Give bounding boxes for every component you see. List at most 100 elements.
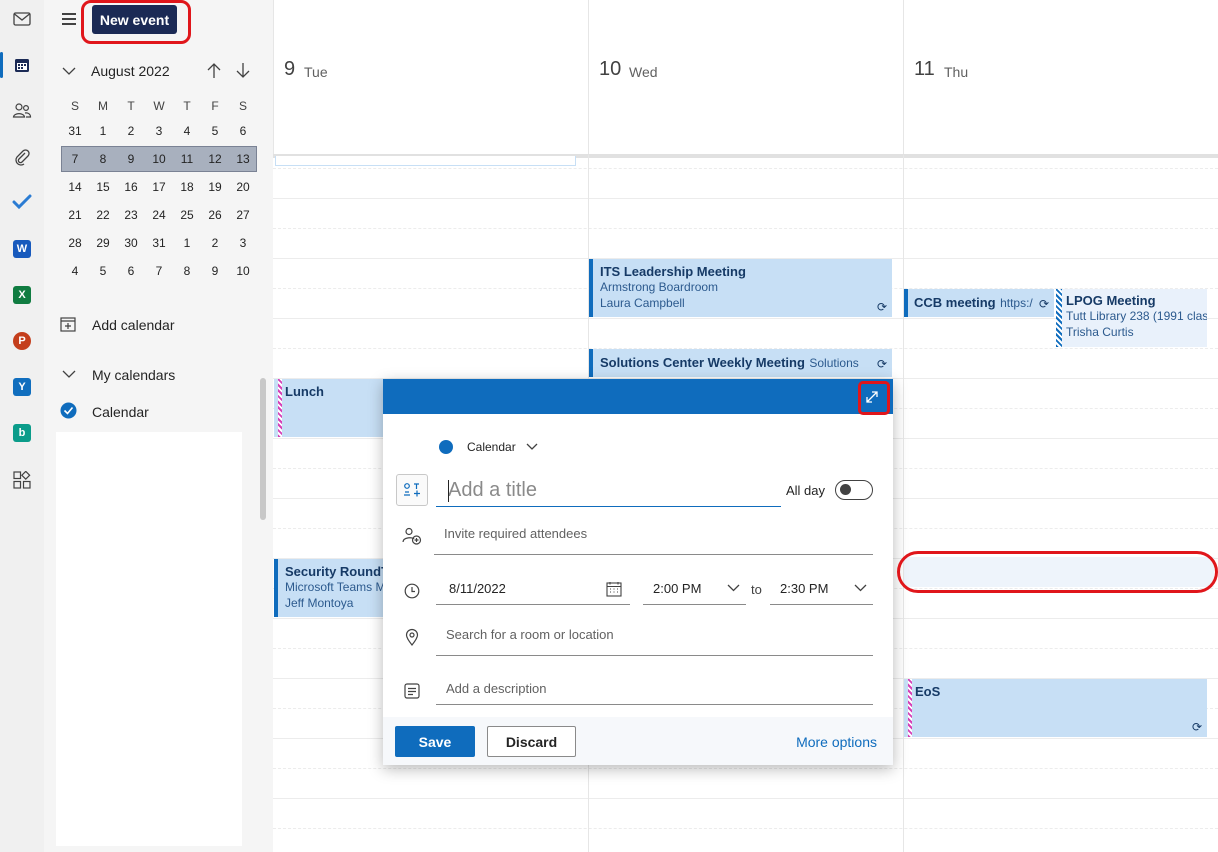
expand-popup-icon[interactable]: [859, 383, 885, 411]
powerpoint-icon[interactable]: P: [8, 327, 36, 355]
recurring-icon: ⟳: [1038, 297, 1049, 311]
event-solutions-center[interactable]: Solutions Center Weekly Meeting Solution…: [589, 349, 892, 377]
event-lunch[interactable]: Lunch: [274, 379, 394, 437]
mini-calendar-day[interactable]: 1: [173, 229, 201, 257]
mini-calendar-day[interactable]: 7: [61, 145, 89, 173]
mini-calendar-day[interactable]: 22: [89, 201, 117, 229]
event-title: Lunch: [285, 384, 324, 399]
mini-calendar-day[interactable]: 5: [201, 117, 229, 145]
mini-calendar-day[interactable]: 30: [117, 229, 145, 257]
mini-calendar-day[interactable]: 25: [173, 201, 201, 229]
more-options-link[interactable]: More options: [796, 734, 877, 750]
attendees-input[interactable]: Invite required attendees: [434, 526, 873, 555]
all-day-toggle[interactable]: [835, 480, 873, 500]
scheduling-assistant-icon[interactable]: [396, 474, 428, 506]
mini-calendar-day[interactable]: 19: [201, 173, 229, 201]
mini-calendar-day[interactable]: 10: [145, 145, 173, 173]
mini-calendar-day[interactable]: 20: [229, 173, 257, 201]
mini-calendar-day[interactable]: 21: [61, 201, 89, 229]
mail-icon[interactable]: [8, 5, 36, 33]
discard-button[interactable]: Discard: [487, 726, 576, 757]
mini-calendar-day[interactable]: 9: [201, 257, 229, 285]
collapse-chevron-icon[interactable]: [62, 67, 76, 76]
new-event-button[interactable]: New event: [92, 5, 177, 34]
mini-calendar-day[interactable]: 31: [61, 117, 89, 145]
my-calendars-chevron-icon[interactable]: [62, 370, 76, 379]
calendar-event-partial[interactable]: [275, 156, 576, 166]
mini-calendar-day[interactable]: 12: [201, 145, 229, 173]
date-input[interactable]: 8/11/2022: [436, 581, 630, 605]
yammer-icon[interactable]: Y: [8, 373, 36, 401]
attachment-icon[interactable]: [8, 143, 36, 171]
end-time-select[interactable]: 2:30 PM: [770, 581, 873, 605]
event-eos[interactable]: EoS ⟳: [904, 679, 1207, 737]
event-location: Tutt Library 238 (1991 clas: [1066, 309, 1207, 323]
description-input[interactable]: Add a description: [436, 681, 873, 705]
mini-calendar-day[interactable]: 6: [117, 257, 145, 285]
calendar-checked-icon[interactable]: [60, 402, 77, 419]
mini-calendar-day[interactable]: 10: [229, 257, 257, 285]
day-header-tue[interactable]: 9 Tue: [273, 0, 588, 155]
mini-calendar-day[interactable]: 8: [89, 145, 117, 173]
mini-calendar-day[interactable]: 13: [229, 145, 257, 173]
mini-calendar-day[interactable]: 7: [145, 257, 173, 285]
bookings-icon[interactable]: b: [8, 419, 36, 447]
mini-calendar-day[interactable]: 6: [229, 117, 257, 145]
mini-calendar-day[interactable]: 29: [89, 229, 117, 257]
people-icon[interactable]: [8, 96, 36, 124]
mini-calendar-day[interactable]: 26: [201, 201, 229, 229]
next-month-arrow-icon[interactable]: [235, 62, 251, 79]
mini-calendar-day[interactable]: 2: [117, 117, 145, 145]
mini-calendar-day[interactable]: 18: [173, 173, 201, 201]
mini-calendar-month-title[interactable]: August 2022: [91, 63, 170, 79]
date-picker-icon[interactable]: [606, 581, 622, 597]
mini-calendar-day[interactable]: 23: [117, 201, 145, 229]
mini-calendar-day[interactable]: 24: [145, 201, 173, 229]
todo-icon[interactable]: [8, 188, 36, 216]
event-title: LPOG Meeting: [1066, 293, 1156, 308]
mini-calendar-day[interactable]: 28: [61, 229, 89, 257]
mini-calendar-day[interactable]: 27: [229, 201, 257, 229]
hamburger-menu-icon[interactable]: [60, 10, 78, 28]
start-time-select[interactable]: 2:00 PM: [643, 581, 746, 605]
event-ccb[interactable]: CCB meeting https:/ ⟳: [904, 289, 1054, 317]
event-title: CCB meeting: [914, 295, 996, 310]
add-calendar-icon: [60, 317, 76, 332]
location-input[interactable]: Search for a room or location: [436, 627, 873, 656]
event-security-roundtable[interactable]: Security RoundT Microsoft Teams M Jeff M…: [274, 559, 394, 617]
mini-calendar-day[interactable]: 16: [117, 173, 145, 201]
mini-calendar-day[interactable]: 1: [89, 117, 117, 145]
calendar-icon[interactable]: [8, 51, 36, 79]
date-value: 8/11/2022: [449, 581, 506, 596]
mini-calendar-day[interactable]: 8: [173, 257, 201, 285]
mini-calendar-day[interactable]: 5: [89, 257, 117, 285]
day-header-thu[interactable]: 11 Thu: [903, 0, 1218, 155]
mini-calendar-day[interactable]: 9: [117, 145, 145, 173]
save-button[interactable]: Save: [395, 726, 475, 757]
mini-calendar-day[interactable]: 3: [229, 229, 257, 257]
mini-calendar-day[interactable]: 3: [145, 117, 173, 145]
mini-calendar-day[interactable]: 14: [61, 173, 89, 201]
word-icon[interactable]: W: [8, 235, 36, 263]
calendar-picker[interactable]: Calendar: [439, 440, 538, 454]
mini-calendar-day[interactable]: 15: [89, 173, 117, 201]
mini-calendar-day[interactable]: 2: [201, 229, 229, 257]
tentative-stripe: [1056, 289, 1062, 347]
day-header-wed[interactable]: 10 Wed: [588, 0, 903, 155]
apps-icon[interactable]: [8, 466, 36, 494]
mini-calendar-day[interactable]: 17: [145, 173, 173, 201]
day-name: Thu: [944, 64, 969, 80]
calendar-picker-label: Calendar: [467, 440, 516, 454]
previous-month-arrow-icon[interactable]: [206, 62, 222, 79]
mini-calendar-day[interactable]: 11: [173, 145, 201, 173]
event-its-leadership[interactable]: ITS Leadership Meeting Armstrong Boardro…: [589, 259, 892, 317]
selected-time-slot[interactable]: [904, 557, 1214, 587]
pane-scrollbar[interactable]: [260, 378, 266, 520]
mini-calendar-day[interactable]: 31: [145, 229, 173, 257]
app-rail: W X P Y b: [0, 0, 44, 852]
mini-calendar-day[interactable]: 4: [61, 257, 89, 285]
event-title-input[interactable]: Add a title: [436, 476, 781, 507]
mini-calendar-day[interactable]: 4: [173, 117, 201, 145]
excel-icon[interactable]: X: [8, 281, 36, 309]
event-lpog[interactable]: LPOG Meeting Tutt Library 238 (1991 clas…: [1056, 289, 1207, 347]
